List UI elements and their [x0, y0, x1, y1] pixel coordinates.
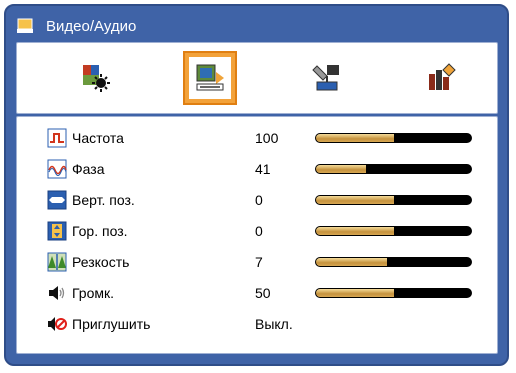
item-label: Громк.	[72, 285, 115, 301]
video-audio-icon	[196, 64, 224, 91]
item-value: 41	[255, 161, 271, 177]
phase-icon	[47, 159, 67, 179]
slider-fill	[316, 134, 394, 142]
menu-row-mute[interactable]: Приглушить Выкл.	[17, 313, 497, 335]
menu-row-phase[interactable]: Фаза 41	[17, 158, 497, 180]
image-settings-icon	[83, 65, 110, 92]
tab-setup[interactable]	[300, 51, 354, 105]
sharpness-icon	[47, 252, 67, 272]
options-icon	[429, 63, 456, 90]
item-value: 7	[255, 254, 263, 270]
tab-image[interactable]	[69, 51, 123, 105]
item-label: Частота	[72, 130, 124, 146]
slider-fill	[316, 165, 366, 173]
item-value: 0	[255, 223, 263, 239]
item-value: 100	[255, 130, 279, 146]
item-label: Гор. поз.	[72, 223, 128, 239]
volume-icon	[49, 286, 65, 300]
vertical-position-slider[interactable]	[315, 195, 472, 205]
title-bar: Видео/Аудио	[16, 14, 486, 38]
slider-fill	[316, 227, 394, 235]
settings-panel: Частота 100 Фаза 41 Верт. поз. 0 Гор. по…	[16, 116, 498, 354]
item-label: Фаза	[72, 161, 105, 177]
menu-row-frequency[interactable]: Частота 100	[17, 127, 497, 149]
frequency-slider[interactable]	[315, 133, 472, 143]
frequency-icon	[47, 128, 67, 148]
vertical-position-icon	[47, 190, 67, 210]
item-label: Верт. поз.	[72, 192, 135, 208]
item-value: 0	[255, 192, 263, 208]
mute-value[interactable]: Выкл.	[255, 316, 305, 332]
horizontal-position-slider[interactable]	[315, 226, 472, 236]
video-audio-icon	[17, 18, 33, 33]
sharpness-slider[interactable]	[315, 257, 472, 267]
slider-fill	[316, 258, 388, 266]
tab-options[interactable]	[414, 51, 468, 105]
menu-row-horizontal-position[interactable]: Гор. поз. 0	[17, 220, 497, 242]
item-label: Приглушить	[72, 316, 151, 332]
tab-bar	[16, 42, 498, 114]
menu-row-volume[interactable]: Громк. 50	[17, 282, 497, 304]
window-title: Видео/Аудио	[46, 17, 137, 35]
menu-row-sharpness[interactable]: Резкость 7	[17, 251, 497, 273]
item-value: 50	[255, 285, 271, 301]
phase-slider[interactable]	[315, 164, 472, 174]
osd-menu: Видео/Аудио Частота 100 Фаза 41 Верт. по…	[4, 4, 509, 366]
mute-icon	[48, 317, 67, 331]
volume-slider[interactable]	[315, 288, 472, 298]
item-label: Резкость	[72, 254, 130, 270]
tab-video-audio[interactable]	[183, 51, 237, 105]
slider-fill	[316, 196, 394, 204]
menu-row-vertical-position[interactable]: Верт. поз. 0	[17, 189, 497, 211]
horizontal-position-icon	[47, 221, 67, 241]
setup-icon	[312, 65, 339, 91]
slider-fill	[316, 289, 394, 297]
